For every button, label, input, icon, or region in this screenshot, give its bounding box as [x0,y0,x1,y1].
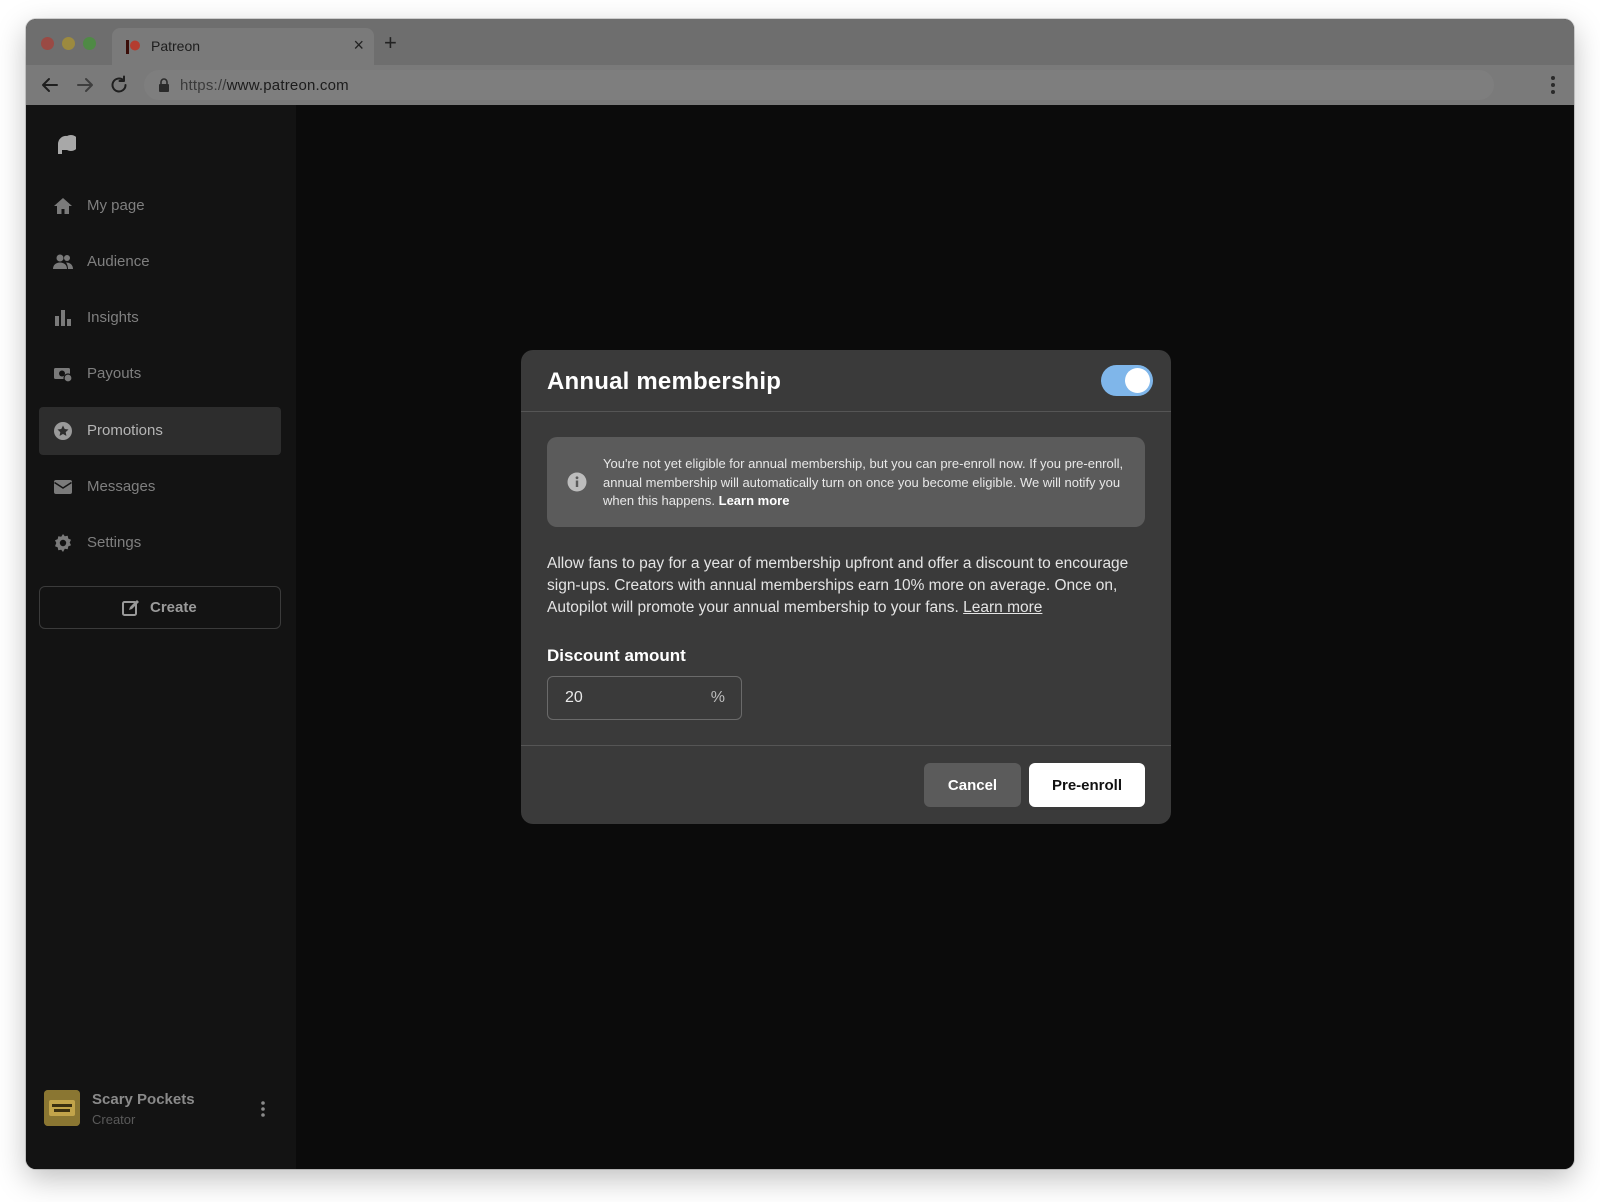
people-icon [53,254,73,269]
annual-membership-modal: Annual membership You're not yet eligibl… [521,350,1171,824]
user-profile[interactable]: Scary Pockets Creator [44,1090,284,1130]
toggle-knob [1125,368,1150,393]
sidebar-item-label: Messages [87,478,156,495]
more-options-icon[interactable] [260,1100,266,1118]
eligibility-notice: You're not yet eligible for annual membe… [547,437,1145,527]
description-learn-more-link[interactable]: Learn more [963,599,1042,616]
sidebar-item-label: Payouts [87,365,142,382]
new-tab-icon[interactable]: + [384,30,397,56]
sidebar-item-settings[interactable]: Settings [39,519,281,567]
modal-title: Annual membership [547,368,782,395]
bar-chart-icon [55,310,71,326]
tab-close-icon[interactable]: × [353,35,364,56]
sidebar-item-my-page[interactable]: My page [39,182,281,230]
money-icon [54,368,73,383]
discount-amount-label: Discount amount [547,646,686,665]
minimize-window-button[interactable] [62,37,75,50]
app-area: My page Audience Insights Payouts Promot… [26,105,1574,1169]
forward-arrow-icon[interactable] [73,73,97,97]
cancel-button[interactable]: Cancel [924,763,1021,807]
browser-window: Patreon × + https://www.patreon.com My p… [26,19,1574,1169]
sidebar-item-promotions[interactable]: Promotions [39,407,281,455]
close-window-button[interactable] [41,37,54,50]
feature-description: Allow fans to pay for a year of membersh… [547,555,1129,616]
sidebar-item-payouts[interactable]: Payouts [39,350,281,398]
sidebar: My page Audience Insights Payouts Promot… [26,105,296,1169]
footer-divider [521,745,1171,746]
browser-tab[interactable]: Patreon × [112,28,374,65]
browser-menu-icon[interactable] [1550,75,1556,95]
pre-enroll-button[interactable]: Pre-enroll [1029,763,1145,807]
avatar [44,1090,80,1126]
tab-bar: Patreon × + [26,19,1574,65]
sidebar-item-audience[interactable]: Audience [39,238,281,286]
maximize-window-button[interactable] [83,37,96,50]
address-bar[interactable]: https://www.patreon.com [144,70,1494,100]
patreon-logo-icon[interactable] [56,135,76,155]
notice-text: You're not yet eligible for annual membe… [603,456,1124,508]
annual-membership-toggle[interactable] [1101,365,1153,396]
notice-learn-more-link[interactable]: Learn more [719,493,790,508]
sidebar-item-label: Promotions [87,422,163,439]
user-role: Creator [92,1112,136,1127]
percent-suffix: % [710,689,725,706]
back-arrow-icon[interactable] [38,73,62,97]
header-divider [521,411,1171,412]
avatar-image-icon [44,1090,80,1126]
sidebar-item-insights[interactable]: Insights [39,294,281,342]
reload-icon[interactable] [107,73,131,97]
sidebar-item-messages[interactable]: Messages [39,463,281,511]
sidebar-item-label: Settings [87,534,142,551]
discount-value: 20 [565,689,583,706]
gear-icon [55,534,71,552]
user-name: Scary Pockets [92,1091,195,1108]
browser-toolbar: https://www.patreon.com [26,65,1574,105]
discount-amount-input[interactable]: 20 % [547,676,742,720]
home-icon [54,198,72,214]
create-button-label: Create [150,599,197,616]
sidebar-item-label: Insights [87,309,139,326]
edit-icon [122,600,139,616]
url-text: https://www.patreon.com [180,77,349,94]
sidebar-item-label: Audience [87,253,150,270]
lock-icon [159,78,169,92]
info-icon [567,472,587,492]
envelope-icon [54,480,72,494]
create-button[interactable]: Create [39,586,281,629]
sidebar-item-label: My page [87,197,145,214]
patreon-favicon-icon [126,40,140,54]
star-badge-icon [54,422,72,440]
tab-title: Patreon [151,38,201,54]
